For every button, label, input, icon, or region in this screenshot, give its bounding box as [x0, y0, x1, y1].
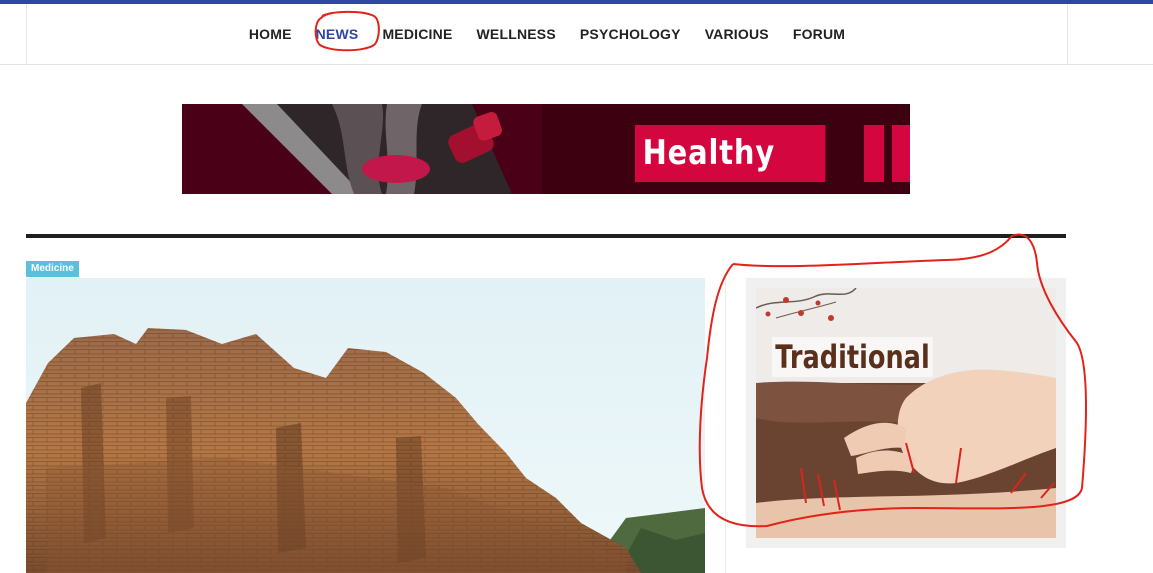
banner-stripe — [892, 125, 910, 182]
nav-item-wellness[interactable]: WELLNESS — [477, 26, 556, 42]
banner-headline: Healthy — [635, 125, 826, 182]
nav-item-medicine[interactable]: MEDICINE — [382, 26, 452, 42]
main-navigation: HOME NEWS MEDICINE WELLNESS PSYCHOLOGY V… — [26, 4, 1068, 64]
section-divider — [26, 234, 1066, 238]
ad-headline: Traditional — [772, 337, 933, 377]
banner-stripe — [864, 125, 884, 182]
nav-item-psychology[interactable]: PSYCHOLOGY — [580, 26, 681, 42]
acupuncture-image — [756, 288, 1056, 538]
nav-bottom-border — [0, 64, 1153, 65]
nav-item-various[interactable]: VARIOUS — [705, 26, 769, 42]
sidebar-separator — [725, 278, 726, 573]
temple-ruins-image — [26, 278, 705, 573]
news-annotation-circle — [314, 10, 380, 52]
sidebar-ad-container: Traditional — [746, 278, 1066, 548]
sidebar-ad[interactable]: Traditional — [756, 288, 1056, 538]
category-badge[interactable]: Medicine — [26, 261, 79, 277]
nav-menu: HOME NEWS MEDICINE WELLNESS PSYCHOLOGY V… — [27, 4, 1067, 64]
nav-item-forum[interactable]: FORUM — [793, 26, 845, 42]
banner-ad[interactable]: Healthy — [182, 104, 910, 194]
nav-item-home[interactable]: HOME — [249, 26, 292, 42]
featured-article-image[interactable] — [26, 278, 705, 573]
